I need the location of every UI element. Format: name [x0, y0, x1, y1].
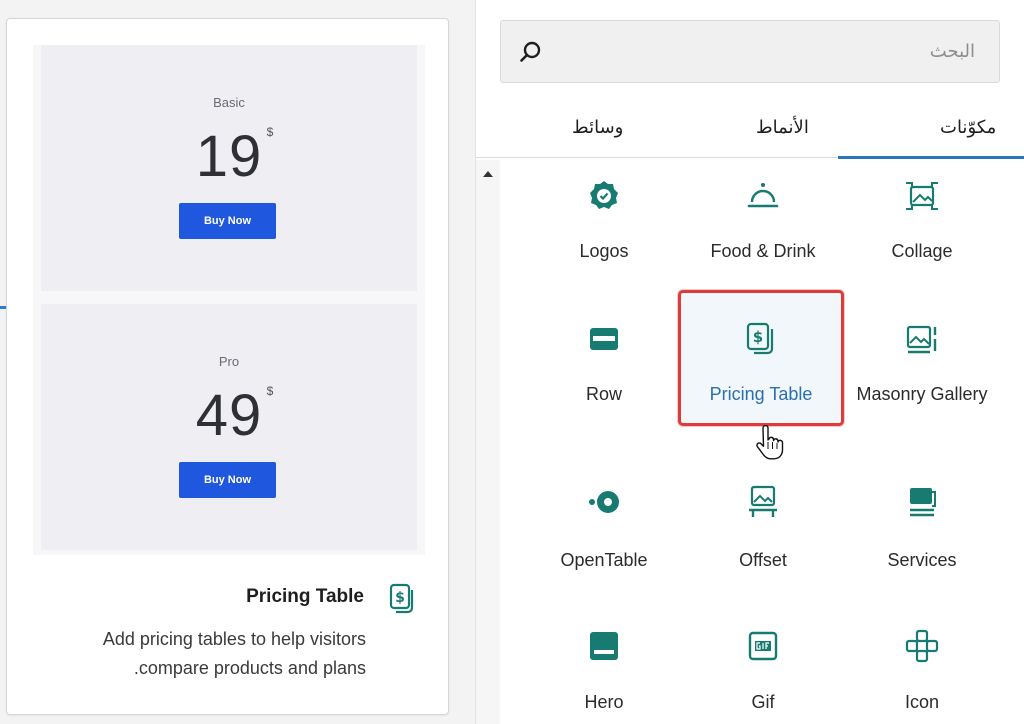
logos-icon — [590, 181, 618, 209]
block-title: Pricing Table — [246, 586, 364, 607]
pricing-table-icon: $ — [389, 583, 414, 614]
description-line: Add pricing tables to help visitors — [102, 629, 366, 649]
block-item-gif[interactable]: Gif — [683, 614, 843, 724]
tab-media[interactable]: وسائط — [572, 112, 623, 142]
plan-price: 19 $ — [41, 123, 417, 190]
currency-symbol: $ — [266, 384, 275, 398]
block-item-masonry-gallery[interactable]: Masonry Gallery — [842, 303, 1002, 435]
plan-name: Pro — [218, 354, 240, 369]
search-box — [500, 20, 1000, 83]
block-item-hero[interactable]: Hero — [524, 614, 684, 724]
block-item-pricing-table[interactable]: $ Pricing Table — [678, 290, 844, 426]
pricing-panel-pro: Pro 49 $ Buy Now — [41, 304, 417, 550]
block-label: OpenTable — [560, 550, 648, 570]
row-icon — [590, 328, 618, 350]
food-drink-icon — [747, 183, 779, 208]
editor-screen: Basic 19 $ Buy Now Pro 49 $ Buy Now Pricin… — [0, 0, 1024, 724]
scrollbar-track[interactable] — [476, 160, 500, 724]
tab-blocks[interactable]: مكوّنات — [940, 112, 996, 142]
hand-pointer-cursor-icon — [756, 425, 784, 460]
block-label: Offset — [739, 550, 787, 570]
description-line: .compare products and plans — [133, 658, 366, 678]
block-item-offset[interactable]: Offset — [683, 470, 843, 602]
block-label: Icon — [904, 692, 940, 712]
inserter-tabs: وسائط الأنماط مكوّنات — [476, 98, 1024, 158]
buy-now-button[interactable]: Buy Now — [179, 462, 276, 498]
pricing-table-icon: $ — [746, 322, 774, 355]
collage-icon — [906, 182, 938, 210]
block-label: Services — [887, 550, 957, 570]
svg-text:$: $ — [753, 328, 763, 346]
block-label: Gif — [751, 692, 775, 712]
block-item-row[interactable]: Row — [524, 303, 684, 435]
scroll-up-arrow-icon[interactable] — [480, 166, 496, 182]
block-item-services[interactable]: Services — [842, 470, 1002, 602]
block-inserter-panel: وسائط الأنماط مكوّنات Collage Food & Dri — [475, 0, 1024, 724]
hero-icon — [590, 632, 618, 660]
masonry-gallery-icon — [906, 325, 937, 354]
block-label: Pricing Table — [709, 384, 813, 404]
opentable-icon — [589, 491, 619, 513]
offset-icon — [749, 485, 777, 517]
price-value: 49 — [195, 383, 263, 448]
pricing-panel-basic: Basic 19 $ Buy Now — [41, 45, 417, 291]
icon-block-icon — [905, 629, 939, 663]
currency-symbol: $ — [266, 125, 275, 139]
buy-now-button[interactable]: Buy Now — [179, 203, 276, 239]
price-value: 19 — [195, 124, 263, 189]
block-label: Hero — [584, 692, 624, 712]
block-label: Food & Drink — [710, 241, 816, 261]
search-input[interactable] — [575, 21, 975, 82]
plan-name: Basic — [213, 95, 245, 110]
block-item-food-drink[interactable]: Food & Drink — [683, 168, 843, 300]
block-preview-card: Basic 19 $ Buy Now Pro 49 $ Buy Now Pricin… — [6, 18, 449, 715]
active-tab-indicator — [838, 156, 1024, 159]
block-label: Masonry Gallery — [856, 384, 988, 404]
preview-frame: Basic 19 $ Buy Now Pro 49 $ Buy Now — [33, 45, 425, 555]
block-description: Add pricing tables to help visitors .com… — [36, 625, 366, 683]
tab-patterns[interactable]: الأنماط — [756, 112, 809, 142]
search-icon[interactable] — [519, 40, 543, 64]
svg-text:$: $ — [395, 590, 405, 606]
gif-icon — [748, 631, 778, 661]
block-label: Collage — [891, 241, 953, 261]
plan-price: 49 $ — [41, 382, 417, 449]
block-item-collage[interactable]: Collage — [842, 168, 1002, 300]
services-icon — [910, 488, 936, 517]
block-label: Logos — [579, 241, 629, 261]
block-item-logos[interactable]: Logos — [524, 168, 684, 300]
block-item-icon[interactable]: Icon — [842, 614, 1002, 724]
block-item-opentable[interactable]: OpenTable — [524, 470, 684, 602]
block-label: Row — [585, 384, 622, 404]
block-title-row: Pricing Table $ — [7, 582, 448, 614]
